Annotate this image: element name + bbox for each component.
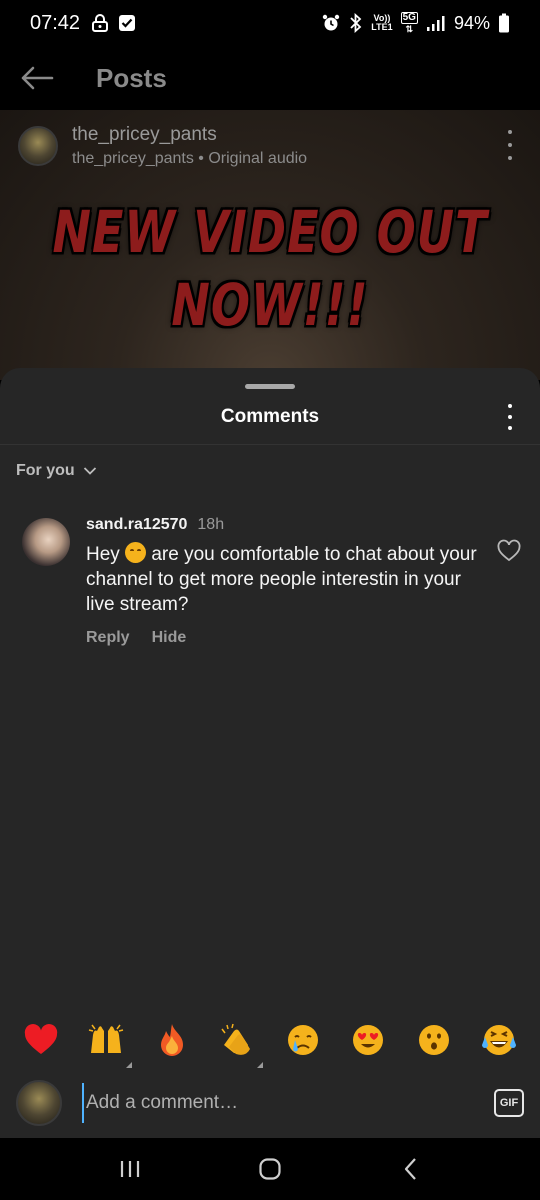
video-banner-line2: NOW!!!: [171, 271, 369, 339]
comment-text: Hey are you comfortable to chat about yo…: [86, 542, 486, 617]
status-bar: 07:42 Vo)) LTE1 5G ⇅ 94%: [0, 0, 540, 46]
raising-hands-emoji[interactable]: [86, 1020, 133, 1068]
crying-emoji[interactable]: [283, 1020, 323, 1060]
5g-icon: 5G ⇅: [400, 12, 418, 34]
post-more-icon[interactable]: [500, 130, 520, 160]
variant-indicator: [126, 1062, 133, 1068]
like-comment-button[interactable]: [496, 538, 522, 564]
recent-apps-icon: [120, 1161, 140, 1177]
comment-text-start: Hey: [86, 544, 126, 565]
post-audio-info[interactable]: the_pricey_pants • Original audio: [72, 150, 307, 168]
gif-button[interactable]: GIF: [494, 1089, 524, 1117]
clapping-emoji[interactable]: [217, 1020, 264, 1068]
sheet-title: Comments: [220, 406, 320, 427]
volte-bottom-text: LTE1: [371, 22, 393, 32]
surprised-emoji[interactable]: [414, 1020, 454, 1060]
video-banner-line1: NEW VIDEO OUT: [52, 198, 488, 266]
reply-button[interactable]: Reply: [86, 629, 130, 647]
commenter-username[interactable]: sand.ra12570: [86, 516, 187, 534]
heart-outline-icon: [497, 539, 521, 562]
alarm-icon: [321, 13, 341, 33]
back-chevron-icon: [404, 1158, 416, 1180]
back-button[interactable]: [2, 46, 72, 110]
divider: [0, 444, 540, 445]
video-preview[interactable]: the_pricey_pants the_pricey_pants • Orig…: [0, 110, 540, 380]
heart-eyes-emoji[interactable]: [348, 1020, 388, 1060]
lock-icon: [90, 13, 110, 33]
battery-percent: 94%: [453, 12, 490, 33]
smiling-emoji: [125, 542, 147, 563]
battery-icon: [498, 13, 510, 33]
emoji-reaction-row: [0, 1016, 540, 1068]
system-nav-bar: [0, 1138, 540, 1200]
post-header: the_pricey_pants the_pricey_pants • Orig…: [18, 124, 307, 168]
chevron-down-icon: [83, 467, 96, 475]
bluetooth-icon: [349, 13, 363, 33]
home-button[interactable]: [240, 1144, 300, 1194]
current-user-avatar: [16, 1080, 62, 1126]
checkbox-icon: [118, 14, 136, 32]
5g-text: 5G: [400, 12, 418, 24]
fire-emoji[interactable]: [152, 1020, 192, 1060]
comment-time: 18h: [197, 516, 225, 533]
sheet-drag-handle[interactable]: [245, 384, 295, 389]
page-title: Posts: [96, 62, 167, 93]
system-back-button[interactable]: [380, 1144, 440, 1194]
laughing-emoji[interactable]: [479, 1020, 519, 1060]
back-arrow-icon: [21, 66, 54, 90]
post-username[interactable]: the_pricey_pants: [72, 124, 307, 146]
variant-indicator: [257, 1062, 264, 1068]
signal-icon: [426, 14, 446, 32]
heart-emoji[interactable]: [21, 1020, 61, 1060]
top-nav: Posts: [0, 46, 540, 110]
comment-filter-dropdown[interactable]: For you: [16, 462, 97, 480]
sheet-more-icon[interactable]: [506, 404, 514, 430]
hide-button[interactable]: Hide: [152, 629, 187, 647]
recent-apps-button[interactable]: [100, 1144, 160, 1194]
home-icon: [259, 1158, 281, 1180]
commenter-avatar[interactable]: [22, 518, 70, 566]
comment-input[interactable]: Add a comment…: [82, 1083, 484, 1123]
status-time: 07:42: [30, 11, 81, 34]
volte-icon: Vo)) LTE1: [371, 14, 392, 32]
add-comment-bar: Add a comment… GIF: [0, 1070, 540, 1136]
post-avatar[interactable]: [18, 126, 58, 166]
filter-label: For you: [16, 462, 75, 479]
